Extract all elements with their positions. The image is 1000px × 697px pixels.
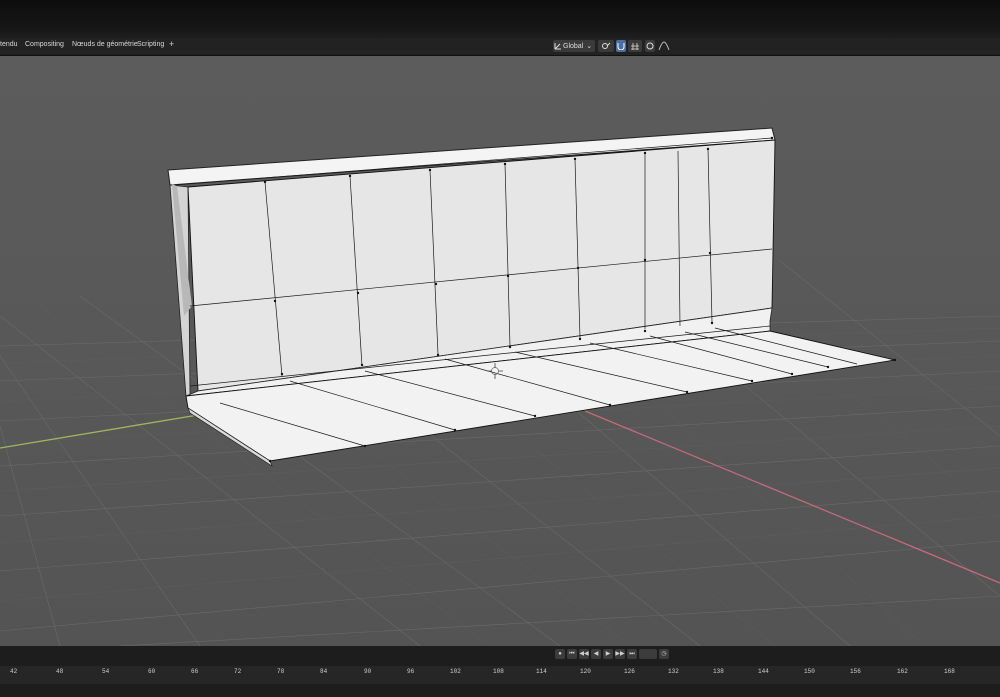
frame-label: 102 [450, 668, 461, 675]
frame-label: 84 [320, 668, 328, 675]
prev-keyframe-button[interactable]: ◀◀ [579, 649, 589, 659]
magnet-icon [617, 43, 625, 50]
frame-label: 96 [407, 668, 415, 675]
tab-rendu[interactable]: tendu [0, 41, 18, 48]
next-keyframe-button[interactable]: ▶▶ [615, 649, 625, 659]
frame-label: 144 [758, 668, 769, 675]
stopwatch-icon[interactable]: ◷ [659, 649, 669, 659]
frame-ruler[interactable]: 42 48 54 60 66 72 78 84 90 96 102 108 11… [0, 666, 1000, 684]
frame-label: 138 [713, 668, 724, 675]
3d-viewport[interactable] [0, 56, 1000, 646]
add-workspace-button[interactable]: + [169, 39, 174, 49]
falloff-select[interactable] [657, 40, 671, 52]
frame-label: 162 [897, 668, 908, 675]
pivot-icon [602, 42, 611, 49]
tab-geometry-nodes[interactable]: Nœuds de géométrie [72, 41, 138, 48]
frame-label: 108 [493, 668, 504, 675]
record-icon[interactable]: ● [555, 649, 565, 659]
falloff-curve-icon [658, 41, 670, 51]
frame-label: 66 [191, 668, 199, 675]
axes-icon [554, 43, 561, 50]
frame-label: 150 [804, 668, 815, 675]
workspace-tab-bar: tendu Compositing Nœuds de géométrie Scr… [0, 38, 1000, 56]
frame-label: 114 [536, 668, 547, 675]
frame-label: 48 [56, 668, 64, 675]
frame-label: 42 [10, 668, 18, 675]
circle-icon [646, 42, 654, 50]
play-button[interactable]: ▶ [603, 649, 613, 659]
transform-orientation-select[interactable]: Global ⌄ [553, 40, 595, 52]
snap-target-select[interactable] [628, 40, 642, 52]
frame-field[interactable] [639, 649, 657, 659]
frame-label: 78 [277, 668, 285, 675]
tab-compositing[interactable]: Compositing [25, 41, 64, 48]
snap-toggle[interactable] [616, 40, 626, 52]
timeline-panel: ● ⏮ ◀◀ ◀ ▶ ▶▶ ⏭ ◷ 42 48 54 60 66 72 78 8… [0, 646, 1000, 697]
frame-label: 120 [580, 668, 591, 675]
transform-orientation-value: Global [563, 42, 584, 50]
play-reverse-button[interactable]: ◀ [591, 649, 601, 659]
jump-end-button[interactable]: ⏭ [627, 649, 637, 659]
tab-scripting[interactable]: Scripting [137, 41, 164, 48]
grid-snap-icon [631, 43, 639, 50]
frame-label: 54 [102, 668, 110, 675]
frame-label: 60 [148, 668, 156, 675]
monitor-bezel [0, 0, 1000, 40]
proportional-editing-toggle[interactable] [645, 40, 655, 52]
jump-start-button[interactable]: ⏮ [567, 649, 577, 659]
frame-label: 132 [668, 668, 679, 675]
pivot-point-button[interactable] [598, 40, 614, 52]
frame-label: 168 [944, 668, 955, 675]
frame-label: 90 [364, 668, 372, 675]
frame-label: 72 [234, 668, 242, 675]
frame-label: 156 [850, 668, 861, 675]
frame-label: 126 [624, 668, 635, 675]
chevron-down-icon: ⌄ [586, 43, 593, 50]
playback-controls: ● ⏮ ◀◀ ◀ ▶ ▶▶ ⏭ ◷ [555, 649, 669, 661]
